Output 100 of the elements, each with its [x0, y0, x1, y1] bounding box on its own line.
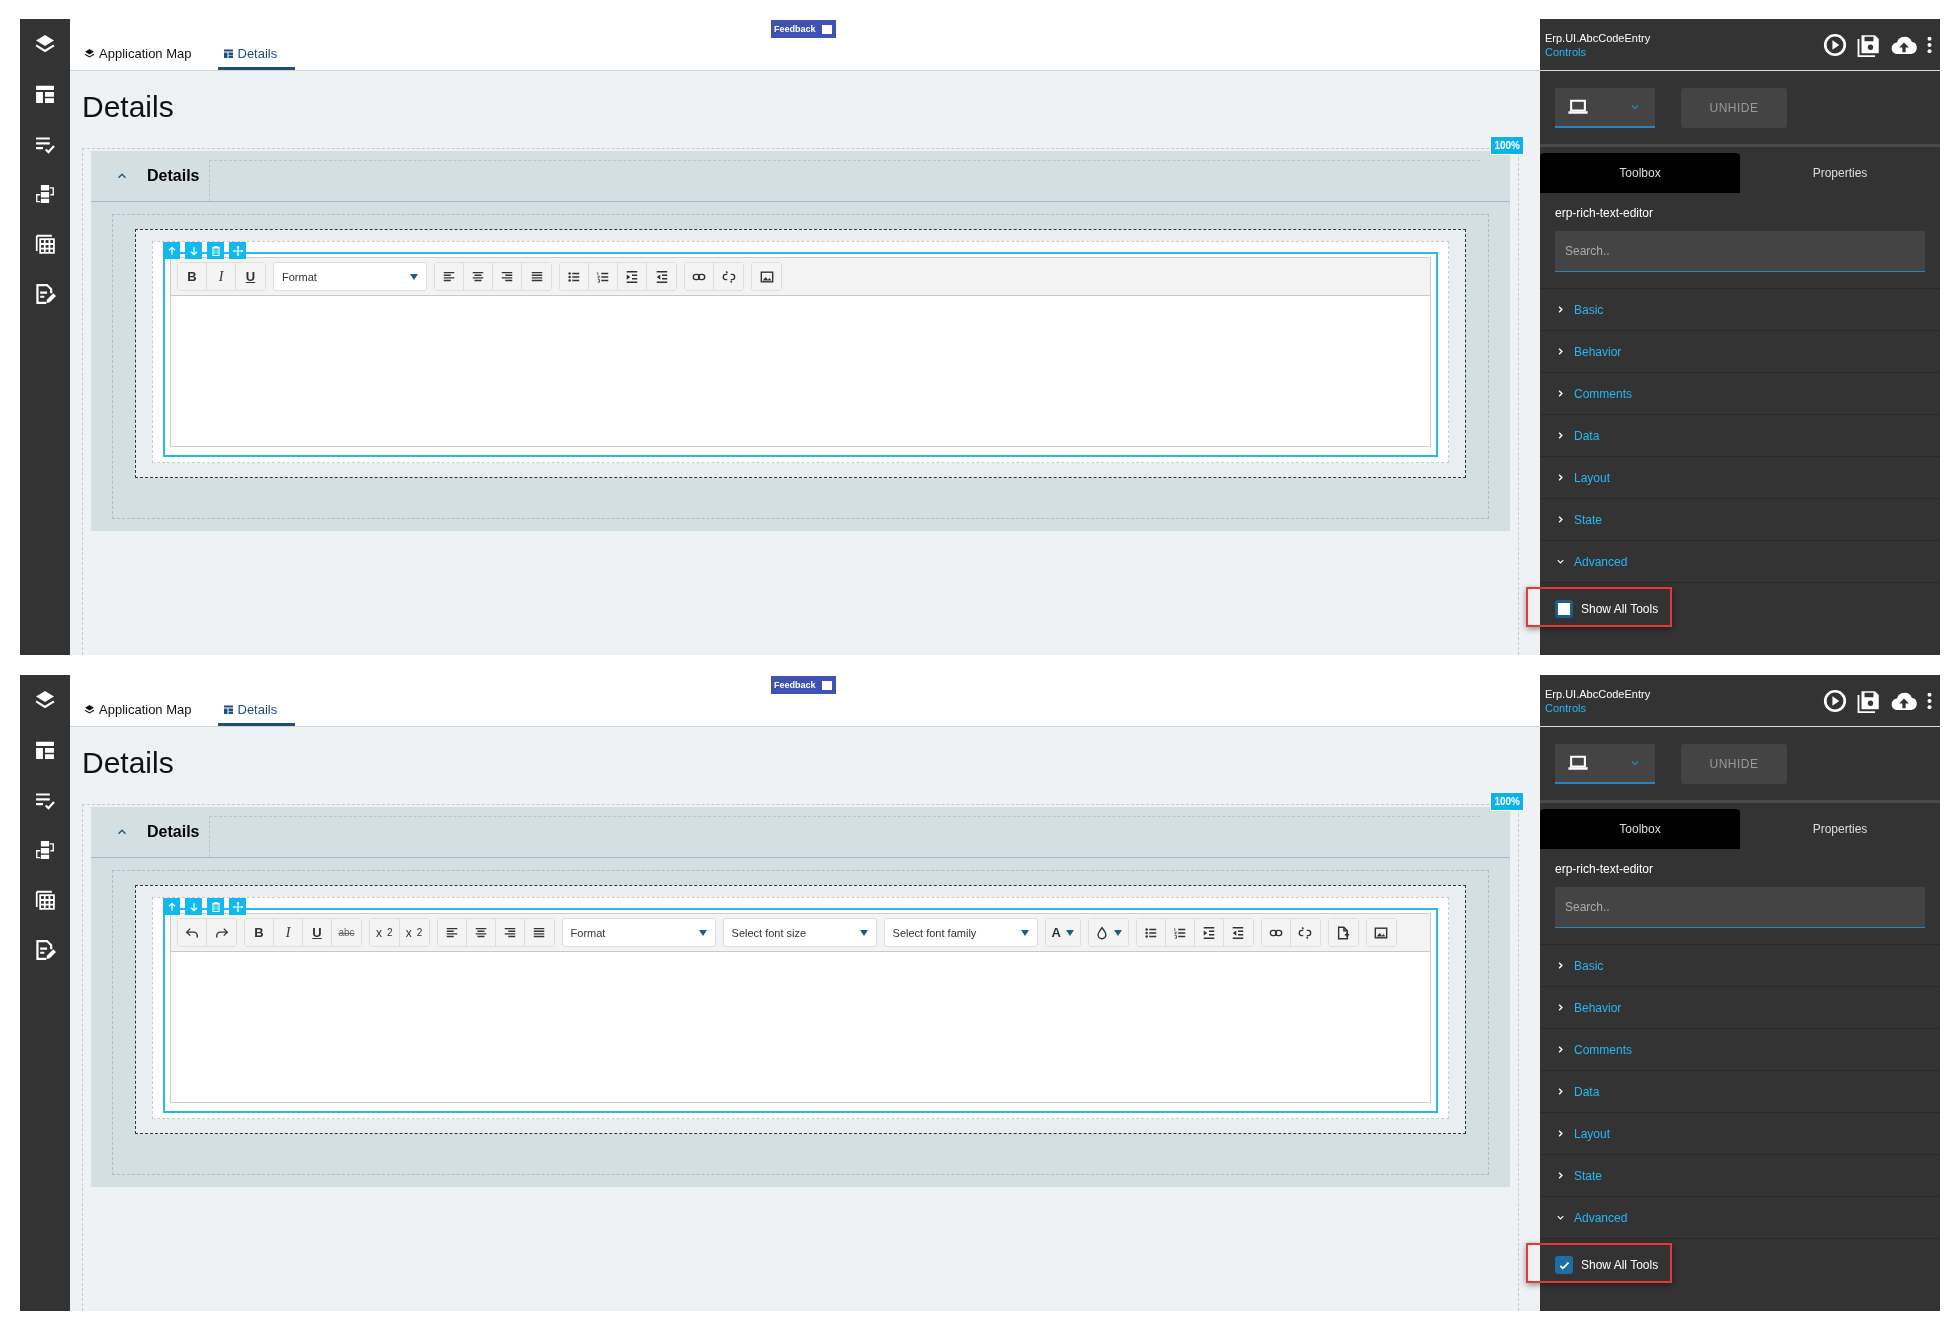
accordion-header[interactable]: Data — [1555, 428, 1600, 443]
drag-handle[interactable] — [229, 898, 246, 915]
trash-icon — [209, 244, 222, 257]
accordion-header[interactable]: Comments — [1555, 386, 1632, 401]
align-left-icon — [444, 925, 459, 940]
dropdown-select[interactable]: Select font size — [723, 919, 876, 946]
bullet-list-icon — [567, 269, 581, 284]
align-left-button[interactable] — [435, 263, 464, 290]
accordion-header[interactable]: Comments — [1555, 1042, 1632, 1057]
undo-button[interactable] — [178, 919, 207, 946]
image-button[interactable] — [1366, 919, 1396, 946]
flowchart-icon — [34, 839, 56, 861]
bullet-list-button[interactable] — [1136, 919, 1166, 946]
more-button[interactable] — [1927, 34, 1932, 55]
breadcrumb-tab[interactable]: Details — [217, 42, 296, 70]
save-icon — [1857, 688, 1881, 713]
edit-document-icon — [34, 939, 56, 961]
panel-tab[interactable]: Properties — [1740, 809, 1940, 849]
image-icon — [1374, 925, 1389, 940]
layout-icon — [222, 704, 234, 715]
caret-icon — [698, 929, 707, 936]
checkbox-label: Show All Tools — [1581, 1258, 1659, 1272]
device-select[interactable] — [1555, 88, 1655, 128]
drag-handle[interactable] — [229, 242, 246, 259]
bullet-list-button[interactable] — [560, 263, 589, 290]
align-center-icon — [473, 925, 488, 940]
app-title: Erp.UI.AbcCodeEntry — [1545, 31, 1651, 46]
align-left-button[interactable] — [437, 919, 467, 946]
justify-icon — [532, 925, 547, 940]
breadcrumb-tab[interactable]: Application Map — [80, 42, 196, 70]
layout-icon — [222, 48, 234, 59]
accordion-header[interactable]: Basic — [1555, 958, 1604, 973]
trash-icon — [209, 900, 222, 913]
accordion-header[interactable]: Advanced — [1555, 554, 1628, 569]
indent-icon — [625, 269, 639, 284]
accordion-header[interactable]: Layout — [1555, 470, 1611, 485]
caret-icon — [1065, 929, 1074, 936]
play-icon — [1823, 32, 1847, 57]
play-button[interactable] — [1823, 688, 1847, 713]
redo-icon — [214, 925, 229, 940]
checkbox[interactable] — [1555, 600, 1573, 618]
app-subtitle: Controls — [1545, 702, 1587, 714]
link-button[interactable] — [1261, 919, 1291, 946]
app-subtitle: Controls — [1545, 46, 1587, 58]
image-button[interactable] — [752, 263, 781, 290]
accordion-header[interactable]: Basic — [1555, 302, 1604, 317]
page-title: Details — [82, 745, 175, 781]
layers-icon — [84, 48, 95, 59]
accordion-header[interactable]: Behavior — [1555, 344, 1622, 359]
accordion-header[interactable]: Advanced — [1555, 1210, 1628, 1225]
accordion-header[interactable]: Behavior — [1555, 1000, 1622, 1015]
drop-icon — [1094, 925, 1109, 940]
panel-tab[interactable]: Toolbox — [1540, 809, 1740, 849]
section-title: Details — [147, 823, 201, 841]
breadcrumb-tab[interactable]: Details — [217, 698, 296, 726]
caret-icon — [1113, 929, 1122, 936]
align-right-icon — [500, 269, 514, 284]
dropdown-select[interactable]: Select font family — [884, 919, 1037, 946]
link-button[interactable] — [685, 263, 714, 290]
accordion-header[interactable]: Data — [1555, 1084, 1600, 1099]
layers-icon — [84, 704, 95, 715]
layers-icon — [34, 689, 56, 711]
accordion-header[interactable]: State — [1555, 512, 1603, 527]
image-icon — [759, 269, 774, 284]
save-button[interactable] — [1857, 688, 1881, 713]
save-button[interactable] — [1857, 32, 1881, 57]
panel-tab[interactable]: Toolbox — [1540, 153, 1740, 193]
search-field[interactable]: Search.. — [1555, 887, 1925, 928]
flowchart-icon — [34, 183, 56, 205]
table-icon — [34, 233, 56, 255]
checkbox-label: Show All Tools — [1581, 602, 1659, 616]
layout-icon — [34, 739, 56, 761]
bold-button[interactable]: B — [245, 919, 274, 946]
section-title: Details — [147, 167, 201, 185]
checkbox[interactable] — [1555, 1256, 1573, 1274]
play-button[interactable] — [1823, 32, 1847, 57]
font-color-button[interactable]: A — [1045, 919, 1080, 946]
feedback-button[interactable]: Feedback — [771, 676, 836, 694]
numbered-list-icon — [1172, 925, 1187, 940]
more-button[interactable] — [1927, 690, 1932, 711]
breadcrumb-tab[interactable]: Application Map — [80, 698, 196, 726]
dropdown-select[interactable]: Format — [274, 263, 426, 290]
fill-color-button[interactable] — [1088, 919, 1128, 946]
new-document-icon — [1336, 925, 1351, 940]
page-title: Details — [82, 89, 175, 125]
search-field[interactable]: Search.. — [1555, 231, 1925, 272]
feedback-button[interactable]: Feedback — [771, 20, 836, 38]
align-center-icon — [471, 269, 485, 284]
dropdown-select[interactable]: Format — [562, 919, 715, 946]
component-name: erp-rich-text-editor — [1554, 205, 1655, 222]
edit-document-icon — [34, 283, 56, 305]
move-icon — [231, 244, 244, 257]
bold-button[interactable]: B — [178, 263, 207, 290]
device-select[interactable] — [1555, 744, 1655, 784]
panel-tab[interactable]: Properties — [1740, 153, 1940, 193]
new-document-button[interactable] — [1328, 919, 1358, 946]
layout-icon — [34, 83, 56, 105]
accordion-header[interactable]: Layout — [1555, 1126, 1611, 1141]
accordion-header[interactable]: State — [1555, 1168, 1603, 1183]
caret-icon — [859, 929, 868, 936]
